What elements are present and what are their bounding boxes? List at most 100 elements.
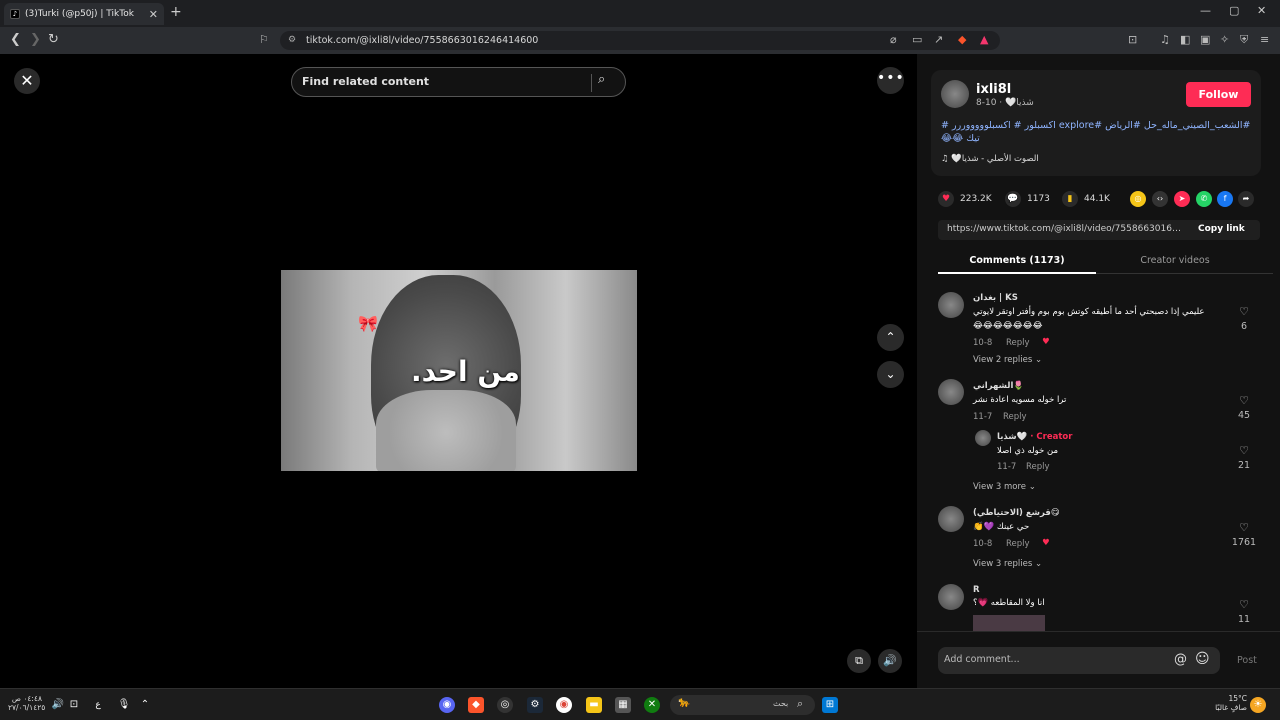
view-replies-button[interactable]: View 2 replies ⌄ [973, 355, 1042, 365]
taskbar-search[interactable]: 🐆 بحث ⌕ [670, 695, 815, 715]
coin-icon[interactable]: ◎ [1130, 191, 1146, 207]
emoji-icon[interactable]: ☺ [1195, 651, 1210, 667]
comment-author[interactable]: بغدان | KS [973, 293, 1018, 303]
chrome-icon[interactable]: ◉ [556, 697, 572, 713]
save-button[interactable]: ▮ 44.1K [1062, 191, 1110, 207]
comment-image-thumbnail[interactable] [973, 615, 1045, 631]
author-username[interactable]: ixli8l [976, 82, 1011, 97]
comment-date: 10-8 [973, 539, 993, 549]
reply-author[interactable]: شذيا🤍 · Creator [997, 432, 1072, 442]
reply-button[interactable]: Reply [1006, 338, 1030, 348]
comment-author[interactable]: R [973, 585, 980, 595]
view-more-button[interactable]: View 3 more ⌄ [973, 482, 1036, 492]
comment-like-icon[interactable]: ♡ [1229, 521, 1259, 534]
comment-like-icon[interactable]: ♡ [1229, 444, 1259, 457]
vpn-icon[interactable]: ⛨ [1240, 33, 1248, 47]
weather-widget[interactable]: 15°C صافٍ غالبًا [1195, 694, 1247, 712]
input-language[interactable]: ع [90, 697, 106, 713]
wallet-icon[interactable]: ▣ [1200, 33, 1210, 46]
forward-icon[interactable]: ❯ [30, 32, 41, 47]
windows-start-icon[interactable]: ⊞ [822, 697, 838, 713]
steam-icon[interactable]: ⚙ [527, 697, 543, 713]
comment-author[interactable]: الشهراني🌷 [973, 381, 1024, 391]
app-icon[interactable]: ◎ [497, 697, 513, 713]
leo-ai-icon[interactable]: ✧ [1220, 33, 1229, 46]
related-search-input[interactable]: Find related content ⌕ [291, 67, 626, 97]
store-icon[interactable]: ▦ [615, 697, 631, 713]
commenter-avatar[interactable] [938, 292, 964, 318]
facebook-icon[interactable]: f [1217, 191, 1233, 207]
post-hashtags[interactable]: #الشعب_الصيني_ماله_حل #الرياض #explore ا… [941, 119, 1251, 145]
comment-list[interactable]: بغدان | KS عليمي إذا دصبحتي أحد ما أطيقه… [917, 279, 1280, 631]
reload-icon[interactable]: ↻ [48, 32, 59, 47]
post-sound[interactable]: ♫ 🤍الصوت الأصلي - شذيا [941, 154, 1039, 164]
discord-icon[interactable]: ◉ [439, 697, 455, 713]
tab-creator-videos[interactable]: Creator videos [1096, 255, 1254, 266]
creator-avatar[interactable] [975, 430, 991, 446]
commenter-avatar[interactable] [938, 379, 964, 405]
previous-video-button[interactable]: ⌃ [877, 324, 904, 351]
microphone-icon[interactable]: 🎙 [116, 697, 132, 713]
add-comment-input[interactable]: Add comment... @ ☺ [938, 647, 1220, 674]
search-icon[interactable]: ⌕ [598, 72, 605, 87]
brave-rewards-icon[interactable]: ▲ [980, 33, 988, 46]
comment-like-icon[interactable]: ♡ [1229, 598, 1259, 611]
weather-desc: صافٍ غالبًا [1215, 703, 1247, 712]
commenter-avatar[interactable] [938, 584, 964, 610]
tray-expand-icon[interactable]: ⌃ [137, 697, 153, 713]
back-icon[interactable]: ❮ [10, 32, 21, 47]
close-video-button[interactable]: ✕ [14, 68, 40, 94]
site-info-icon[interactable]: ⚙ [288, 31, 296, 50]
media-icon[interactable]: ♫ [1160, 33, 1170, 46]
screenshot-icon[interactable]: ⊡ [1128, 33, 1137, 46]
reply-button[interactable]: Reply [1026, 462, 1050, 472]
close-window-button[interactable]: ✕ [1257, 4, 1266, 17]
more-options-button[interactable]: ••• [877, 67, 904, 94]
send-icon[interactable]: ➤ [1174, 191, 1190, 207]
comment-like-icon[interactable]: ♡ [1229, 305, 1259, 318]
file-explorer-icon[interactable]: ▬ [586, 697, 602, 713]
maximize-button[interactable]: ▢ [1229, 4, 1239, 17]
comment-author[interactable]: قرشع (الاحتياطي)😋 [973, 508, 1060, 518]
comment-button[interactable]: 💬 1173 [1005, 191, 1050, 207]
share-link-url[interactable]: https://www.tiktok.com/@ixli8l/video/755… [947, 224, 1181, 234]
clock[interactable]: ٠٤:٤٨ ص ٢٧/٠٦/١٤٢٥ [8, 694, 45, 712]
video-frame-image[interactable]: 🎀 من احد. [281, 270, 637, 471]
brave-icon[interactable]: ◆ [468, 697, 484, 713]
comment-like-count: 11 [1237, 614, 1251, 625]
cast-icon[interactable]: ▭ [912, 33, 922, 46]
mention-icon[interactable]: @ [1174, 652, 1187, 667]
post-comment-button[interactable]: Post [1237, 655, 1257, 666]
whatsapp-icon[interactable]: ✆ [1196, 191, 1212, 207]
new-tab-button[interactable]: + [170, 4, 182, 20]
author-avatar[interactable] [941, 80, 969, 108]
browser-tab[interactable]: ♪ (3)Turki (@p50j) | TikTok ✕ [4, 3, 164, 25]
share-page-icon[interactable]: ↗ [934, 33, 943, 46]
menu-icon[interactable]: ≡ [1260, 33, 1269, 46]
pip-icon[interactable]: ⧉ [847, 649, 871, 673]
tab-comments[interactable]: Comments (1173) [938, 255, 1096, 266]
like-button[interactable]: ♥ 223.2K [938, 191, 992, 207]
embed-icon[interactable]: ‹› [1152, 191, 1168, 207]
minimize-button[interactable]: — [1200, 4, 1211, 17]
network-icon[interactable]: ⊡ [66, 697, 82, 713]
bookmark-icon[interactable]: ⚐ [259, 33, 269, 46]
share-arrow-icon[interactable]: ➦ [1238, 191, 1254, 207]
brave-shield-icon[interactable]: ◆ [958, 33, 966, 46]
speaker-icon[interactable]: 🔊 [50, 697, 66, 713]
comment-like-count: 1761 [1231, 537, 1257, 548]
comment-like-icon[interactable]: ♡ [1229, 394, 1259, 407]
comment-text: انا ولا المقاطعه 💗؟ [973, 598, 1045, 608]
close-tab-icon[interactable]: ✕ [149, 8, 158, 21]
sidebar-icon[interactable]: ◧ [1180, 33, 1190, 46]
commenter-avatar[interactable] [938, 506, 964, 532]
follow-button[interactable]: Follow [1186, 82, 1251, 107]
volume-icon[interactable]: 🔊 [878, 649, 902, 673]
xbox-icon[interactable]: ✕ [644, 697, 660, 713]
next-video-button[interactable]: ⌄ [877, 361, 904, 388]
reply-button[interactable]: Reply [1006, 539, 1030, 549]
view-replies-button[interactable]: View 3 replies ⌄ [973, 559, 1042, 569]
copy-link-button[interactable]: Copy link [1198, 224, 1245, 234]
no-sound-icon[interactable]: ⌀ [890, 33, 897, 46]
reply-button[interactable]: Reply [1003, 412, 1027, 422]
